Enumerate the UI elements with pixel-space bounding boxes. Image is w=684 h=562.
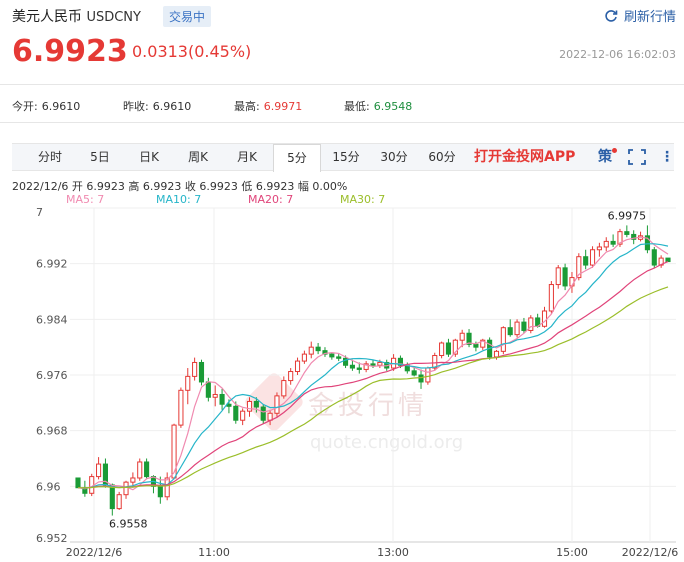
low-annotation: 6.9558 [109, 518, 148, 531]
x-tick-label: 15:00 [556, 546, 588, 559]
candle-body [445, 342, 452, 355]
watermark-url: quote.cngold.org [310, 432, 463, 453]
candle-body [301, 353, 307, 362]
kline-chart[interactable]: 金投行情 quote.cngold.org 7 6.992 6.984 6.976 6.96… [0, 0, 684, 562]
x-tick-label: 2022/12/6 [66, 546, 122, 559]
candle-body [603, 240, 609, 248]
y-tick-label: 7 [36, 206, 43, 219]
candle-body [349, 364, 355, 369]
candle-body [233, 405, 239, 421]
candle-body [109, 484, 115, 510]
candle-body [493, 350, 500, 358]
candle-body [137, 461, 143, 479]
candle-body [281, 380, 287, 397]
candle-body [164, 477, 170, 498]
candle-body [198, 361, 205, 383]
y-tick-label: 6.96 [36, 480, 61, 493]
candle-body [583, 256, 589, 266]
x-tick-label: 13:00 [377, 546, 409, 559]
y-tick-label: 6.968 [36, 425, 68, 438]
candle-body [596, 246, 602, 251]
candle-body [75, 477, 81, 489]
candle-body [507, 327, 513, 336]
candle-body [541, 310, 548, 327]
y-tick-label: 6.952 [36, 532, 68, 545]
candle-body [665, 257, 671, 263]
ma30-line [77, 286, 669, 489]
candle-body [130, 477, 136, 483]
x-tick-label: 11:00 [198, 546, 230, 559]
y-tick-label: 6.976 [36, 369, 68, 382]
candle-body [555, 267, 561, 286]
y-tick-label: 6.984 [36, 313, 68, 326]
candle-body [459, 332, 465, 341]
candle-body [144, 461, 150, 478]
candle-body [418, 374, 424, 383]
candle-body [651, 249, 657, 266]
candle-body [212, 393, 218, 398]
candle-body [514, 321, 520, 336]
candle-body [219, 393, 225, 405]
candle-body [116, 494, 122, 510]
candle-body [315, 346, 321, 352]
candle-body [260, 406, 266, 421]
candle-body [439, 342, 445, 357]
candle-body [411, 370, 417, 376]
candle-body [205, 381, 211, 398]
watermark-text: 金投行情 [308, 391, 428, 421]
candle-body [336, 356, 342, 359]
candle-body [356, 367, 362, 370]
candle-body [267, 412, 273, 421]
candle-body [253, 400, 259, 408]
candle-body [329, 353, 335, 358]
candle-body [178, 389, 184, 426]
candle-body [294, 360, 301, 373]
candle-body [185, 375, 191, 391]
y-tick-label: 6.992 [36, 258, 68, 271]
candle-body [370, 363, 376, 366]
candle-body [96, 463, 102, 478]
candle-body [425, 367, 431, 383]
candle-body [240, 410, 246, 421]
candle-body [610, 240, 616, 245]
candle-body [377, 361, 383, 366]
candle-body [288, 371, 294, 382]
candle-body [548, 284, 554, 312]
candle-body [589, 249, 596, 266]
x-tick-label: 2022/12/6 [622, 546, 678, 559]
candle-body [624, 231, 630, 235]
candle-body [521, 321, 527, 331]
candle-body [500, 327, 506, 352]
high-annotation: 6.9975 [608, 209, 647, 222]
candle-body [308, 346, 314, 355]
candle-body [157, 485, 163, 498]
candle-body [246, 400, 253, 412]
candle-body [562, 267, 568, 287]
candle-body [123, 481, 129, 496]
candle-body [274, 395, 280, 414]
candle-body [192, 361, 198, 377]
candle-body [473, 343, 479, 348]
